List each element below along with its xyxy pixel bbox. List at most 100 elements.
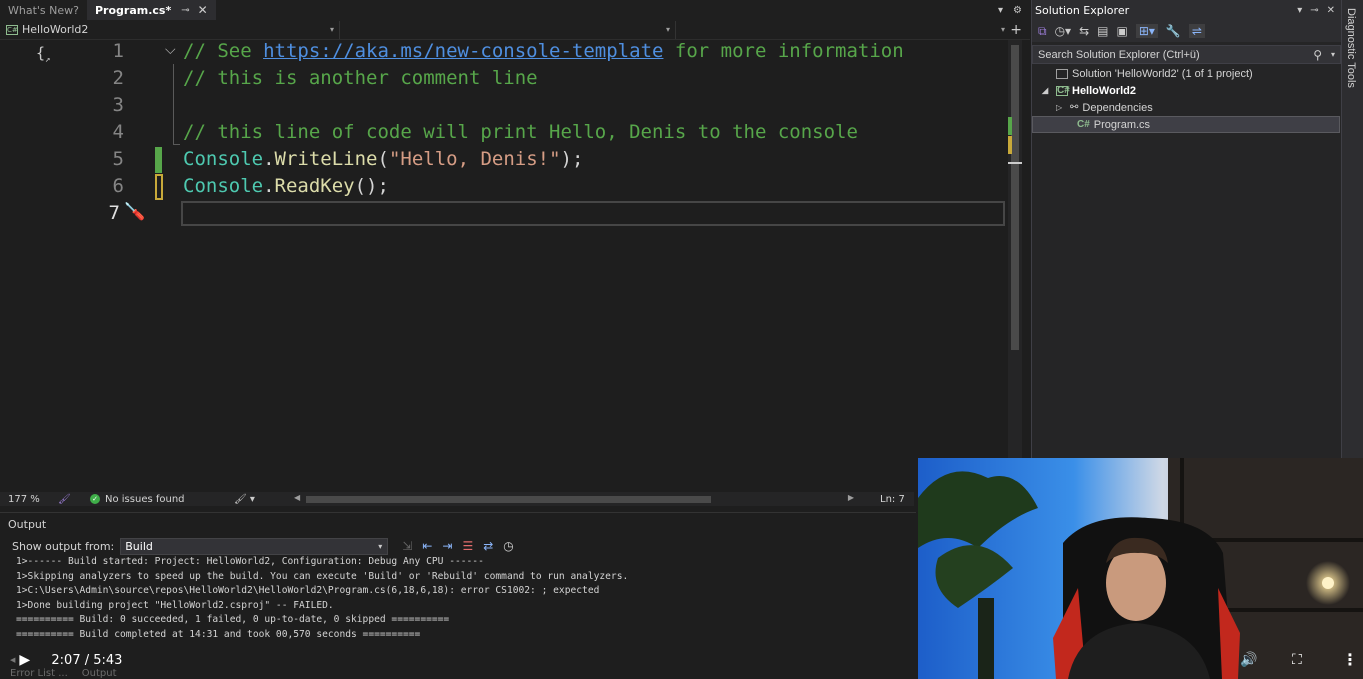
search-icon[interactable]: ⚲ [1313, 48, 1322, 62]
output-line: 1>C:\Users\Admin\source\repos\HelloWorld… [16, 585, 600, 597]
more-options-icon[interactable]: ⋮ [1342, 650, 1358, 669]
chevron-down-icon: ▾ [378, 541, 383, 551]
code-snippet-icon[interactable]: {↗ [36, 44, 50, 65]
chevron-down-icon: ▾ [329, 25, 334, 34]
timestamp-clock-icon[interactable]: ◷ [503, 539, 513, 553]
properties-wrench-icon[interactable]: 🔧 [1166, 24, 1181, 38]
horizontal-scrollbar[interactable]: ◀ ▶ [294, 493, 854, 504]
tree-node-solution[interactable]: Solution 'HelloWorld2' (1 of 1 project) [1042, 65, 1253, 82]
string-token: "Hello, Denis!" [388, 148, 561, 170]
method-token: ReadKey [274, 175, 355, 197]
paint-brush-dropdown-icon[interactable]: 🖌 ▾ [234, 494, 294, 505]
code-cleanup-icon[interactable]: 🖌 [58, 494, 90, 505]
collapsed-triangle-icon[interactable]: ▷ [1056, 103, 1070, 112]
solution-explorer-title: Solution Explorer [1035, 3, 1130, 17]
issues-label: No issues found [105, 493, 185, 505]
template-link[interactable]: https://aka.ms/new-console-template [263, 40, 663, 62]
video-time: 2:07 / 5:43 [51, 652, 123, 668]
fold-guide-end [173, 144, 180, 145]
gear-icon[interactable]: ⚙ [1013, 5, 1022, 16]
code-editor[interactable]: {↗ 1 2 3 4 5 6 7 🪛 ⌵ // See https://aka.… [0, 40, 1030, 492]
solution-label: Solution 'HelloWorld2' (1 of 1 project) [1072, 67, 1253, 80]
comment: // See [183, 40, 264, 62]
dependencies-icon: ⚯ [1070, 102, 1079, 113]
toggle-word-wrap-icon[interactable]: ⇄ [483, 539, 493, 553]
csharp-file-icon: C# [1077, 119, 1090, 130]
tab-diagnostic-tools[interactable]: Diagnostic Tools [1345, 8, 1357, 88]
solution-explorer-search: ⚲ ▾ [1032, 45, 1341, 64]
tree-node-project[interactable]: ◢ C# HelloWorld2 [1042, 82, 1136, 99]
solution-explorer-toolbar: ⧉ ◷▾ ⇆ ▤ ▣ ⊞▾ 🔧 ⇌ [1032, 20, 1341, 42]
vertical-scroll-thumb[interactable] [1011, 45, 1019, 350]
tab-whats-new-label: What's New? [8, 3, 79, 17]
pending-changes-filter-icon[interactable]: ◷▾ [1055, 24, 1072, 38]
member-combo[interactable]: ▾ [676, 21, 1010, 39]
tab-program-cs[interactable]: Program.cs* ⊸ ✕ [86, 0, 216, 20]
close-icon[interactable]: ✕ [198, 3, 208, 17]
solution-explorer-title-bar: Solution Explorer ▾ ⊸ ✕ [1032, 0, 1341, 20]
side-tool-strip: Diagnostic Tools [1341, 0, 1363, 460]
punctuation-token: (); [354, 175, 389, 197]
type-combo[interactable]: ▾ [340, 20, 676, 39]
comment: // this line of code will print Hello, D… [183, 121, 858, 143]
pin-icon[interactable]: ⊸ [1310, 5, 1318, 16]
tab-list-dropdown-icon[interactable]: ▾ [998, 5, 1003, 16]
window-position-dropdown-icon[interactable]: ▾ [1297, 5, 1302, 16]
tree-node-program-cs[interactable]: C# Program.cs [1032, 116, 1340, 133]
play-icon[interactable]: ▶ [19, 652, 39, 668]
punctuation-token: . [263, 175, 275, 197]
collapse-region-icon[interactable]: ⌵ [165, 42, 176, 58]
vertical-scrollbar[interactable] [1008, 40, 1022, 492]
code-line-2: // this is another comment line [183, 67, 538, 89]
split-editor-plus-icon[interactable]: + [1010, 22, 1030, 38]
fold-guide-line [173, 64, 174, 144]
tab-whats-new[interactable]: What's New? [0, 0, 87, 20]
refresh-icon[interactable]: ▤ [1097, 24, 1108, 38]
fullscreen-icon[interactable]: ⛶ [1292, 652, 1302, 668]
output-source-select[interactable]: Build ▾ [120, 537, 389, 555]
line-number: 3 [112, 94, 124, 116]
saved-change-marker [155, 147, 162, 173]
switch-views-icon[interactable]: ⧉ [1038, 24, 1047, 39]
horizontal-scroll-thumb[interactable] [306, 496, 711, 503]
chevron-down-icon: ▾ [665, 25, 670, 34]
output-line: ========== Build completed at 14:31 and … [16, 628, 421, 640]
output-pane-title: Output [8, 518, 47, 531]
panel-window-actions: ▾ ⊸ ✕ [1297, 5, 1341, 16]
code-line-5: Console.WriteLine("Hello, Denis!"); [183, 148, 583, 170]
scrollbar-unsaved-change-marker [1008, 136, 1012, 154]
go-to-previous-message-icon[interactable]: ⇤ [422, 539, 432, 553]
collapse-all-icon[interactable]: ▣ [1116, 24, 1127, 38]
previous-icon[interactable]: ◀ [10, 656, 15, 664]
comment: // this is another comment line [183, 67, 538, 89]
expanded-triangle-icon[interactable]: ◢ [1042, 86, 1056, 95]
scroll-right-icon[interactable]: ▶ [848, 493, 854, 502]
close-icon[interactable]: ✕ [1327, 5, 1335, 16]
output-line: 1>Skipping analyzers to speed up the bui… [16, 570, 629, 582]
output-line: ========== Build: 0 succeeded, 1 failed,… [16, 614, 450, 626]
navigation-bar: C# HelloWorld2 ▾ ▾ ▾ + [0, 20, 1030, 40]
quick-actions-screwdriver-icon[interactable]: 🪛 [124, 202, 145, 222]
zoom-level[interactable]: 177 % [0, 494, 58, 505]
pin-icon[interactable]: ⊸ [181, 5, 189, 16]
go-to-next-message-icon[interactable]: ⇥ [442, 539, 452, 553]
chevron-down-icon[interactable]: ▾ [1331, 50, 1335, 59]
clear-all-icon[interactable]: ☰ [462, 539, 473, 553]
line-number: 2 [112, 67, 124, 89]
document-tab-strip: What's New? Program.cs* ⊸ ✕ ▾ ⚙ [0, 0, 1030, 20]
scroll-left-icon[interactable]: ◀ [294, 493, 300, 502]
line-number-current: 7 [108, 202, 120, 224]
sync-with-active-document-icon[interactable]: ⇆ [1079, 24, 1089, 38]
tab-strip-actions: ▾ ⚙ [998, 0, 1030, 20]
project-combo[interactable]: C# HelloWorld2 ▾ [0, 20, 340, 39]
punctuation-token: . [263, 148, 275, 170]
csharp-project-icon: C# [1056, 84, 1070, 96]
show-all-files-icon[interactable]: ⊞▾ [1135, 24, 1158, 38]
find-message-icon[interactable]: ⇲ [402, 539, 412, 553]
volume-icon[interactable]: 🔊 [1240, 652, 1257, 668]
output-text[interactable]: 1>------ Build started: Project: HelloWo… [16, 555, 628, 643]
issues-indicator[interactable]: ✓ No issues found [90, 494, 234, 505]
preview-selected-items-icon[interactable]: ⇌ [1188, 24, 1205, 38]
solution-explorer-search-input[interactable] [1038, 48, 1288, 61]
tree-node-dependencies[interactable]: ▷ ⚯ Dependencies [1056, 99, 1153, 116]
